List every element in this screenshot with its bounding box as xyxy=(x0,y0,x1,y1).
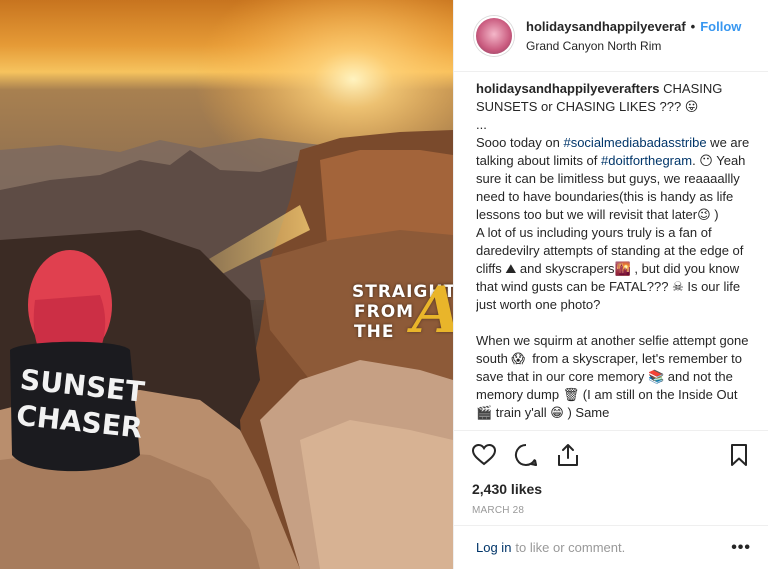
follow-button[interactable]: Follow xyxy=(700,19,741,34)
caption-author-link[interactable]: holidaysandhappilyeverafters xyxy=(476,81,660,96)
post-date[interactable]: MARCH 28 xyxy=(472,505,753,516)
actions-section: 2,430 likes MARCH 28 xyxy=(454,430,768,516)
heart-icon[interactable] xyxy=(470,441,498,469)
post-side-panel: holidaysandhappilyeveraf • Follow Grand … xyxy=(453,0,768,569)
comment-footer: Log in to like or comment. ••• xyxy=(454,525,768,569)
separator-dot: • xyxy=(690,18,696,34)
caption-p1-a: Sooo today on xyxy=(476,135,564,150)
comment-icon[interactable] xyxy=(512,441,540,469)
caption-paragraph-1: Sooo today on #socialmediabadasstribe we… xyxy=(476,134,752,224)
header-text: holidaysandhappilyeveraf • Follow Grand … xyxy=(526,19,741,53)
watermark-logo: A STRAIGHT FROM THE xyxy=(352,276,453,346)
avatar[interactable] xyxy=(474,15,514,56)
share-icon[interactable] xyxy=(554,441,582,469)
username-link[interactable]: holidaysandhappilyeveraf xyxy=(526,19,686,34)
caption-ellipsis: ... xyxy=(476,117,487,132)
caption-intro: holidaysandhappilyeverafters CHASING SUN… xyxy=(476,80,752,116)
likes-count[interactable]: 2,430 likes xyxy=(472,481,753,497)
header-line: holidaysandhappilyeveraf • Follow xyxy=(526,19,741,34)
login-link[interactable]: Log in xyxy=(476,540,511,555)
bookmark-icon[interactable] xyxy=(725,441,753,469)
caption-paragraph-2: A lot of us including yours truly is a f… xyxy=(476,225,748,312)
caption: holidaysandhappilyeverafters CHASING SUN… xyxy=(476,80,752,424)
hashtag-link-socialmediabadasstribe[interactable]: #socialmediabadasstribe xyxy=(563,135,706,150)
location-link[interactable]: Grand Canyon North Rim xyxy=(526,39,741,53)
instagram-post: SUNSET CHASER A STRAIGHT FROM THE holida… xyxy=(0,0,768,569)
caption-paragraph-3: When we squirm at another selfie attempt… xyxy=(476,333,752,420)
post-header: holidaysandhappilyeveraf • Follow Grand … xyxy=(454,0,768,72)
hashtag-link-doitforthegram[interactable]: #doitforthegram xyxy=(601,153,692,168)
more-options-icon[interactable]: ••• xyxy=(731,539,751,557)
post-photo[interactable]: SUNSET CHASER A STRAIGHT FROM THE xyxy=(0,0,453,569)
login-prompt: to like or comment. xyxy=(515,540,626,555)
watermark-logo-letter: A xyxy=(412,276,453,346)
shirt-text: SUNSET CHASER xyxy=(15,362,146,446)
caption-gap xyxy=(476,314,752,332)
action-bar xyxy=(470,441,753,469)
